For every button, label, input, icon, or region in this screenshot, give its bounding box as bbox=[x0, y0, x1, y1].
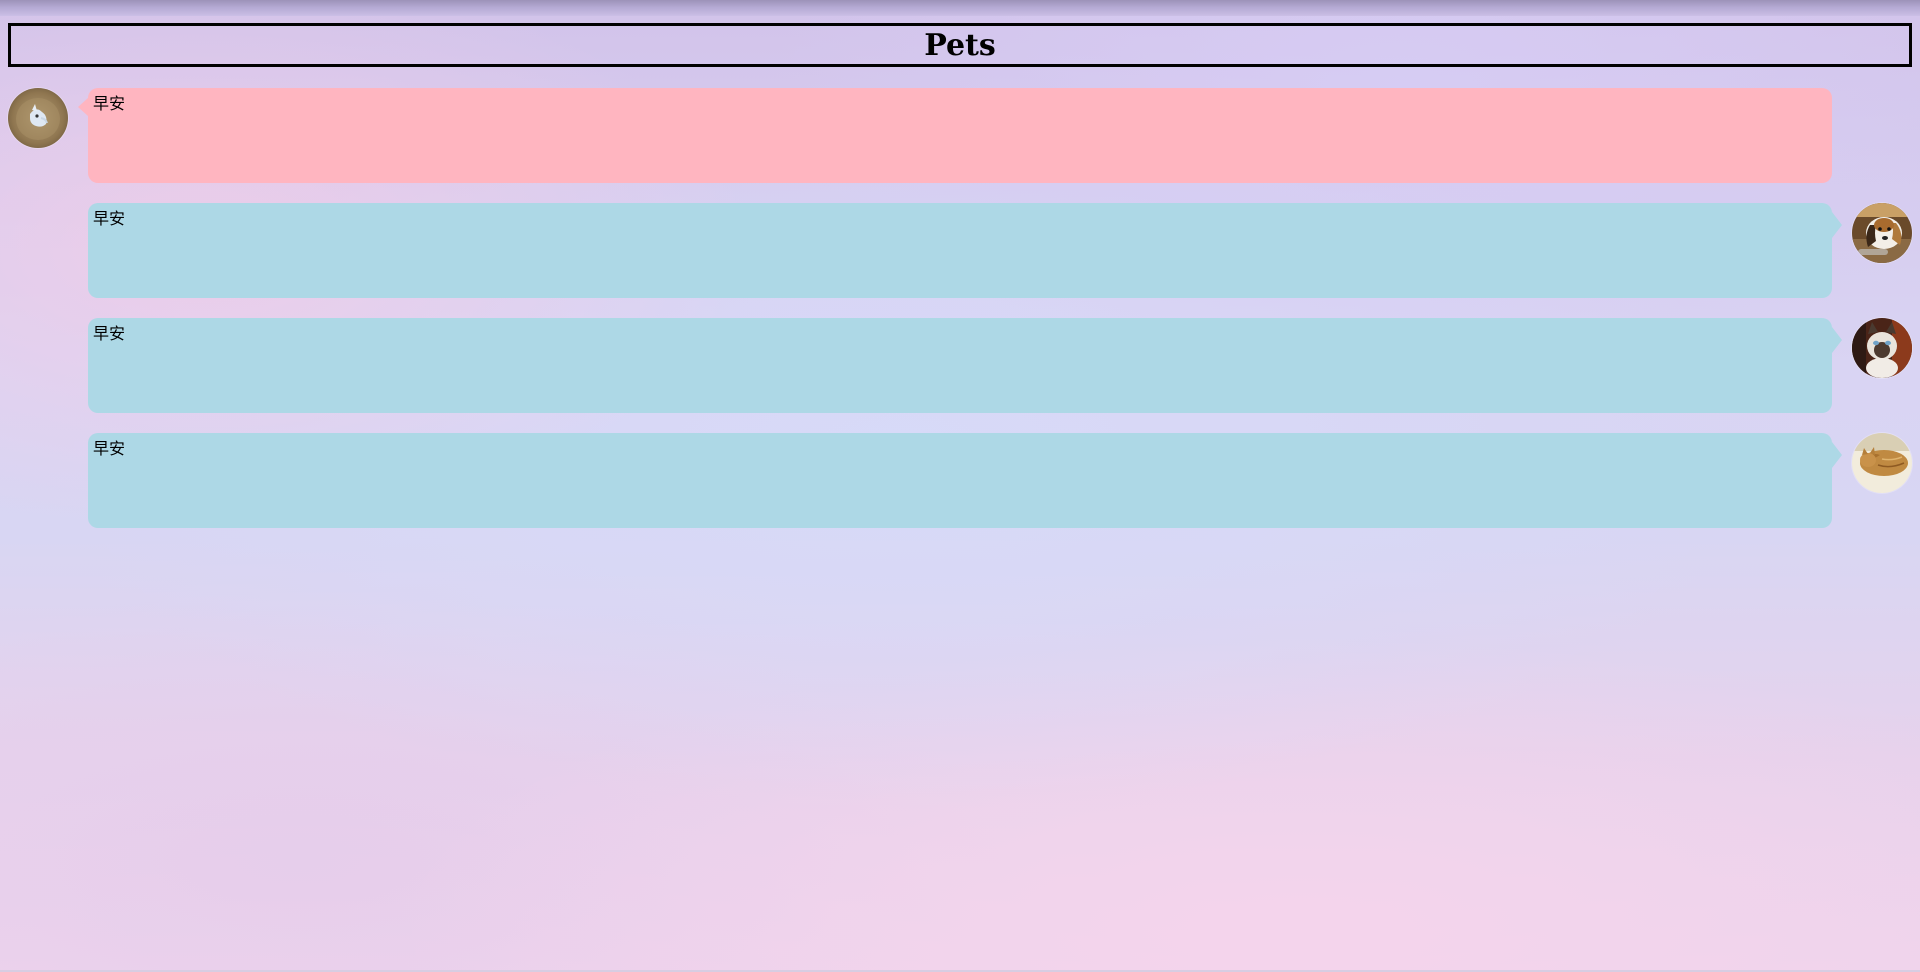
bubble-tail bbox=[1832, 442, 1842, 468]
message-text: 早安 bbox=[93, 324, 126, 343]
message-text: 早安 bbox=[93, 209, 126, 228]
sleeping-cat-photo-icon[interactable] bbox=[1852, 433, 1912, 493]
page-title: Pets bbox=[924, 28, 996, 63]
message-text: 早安 bbox=[93, 94, 126, 113]
bubble-tail bbox=[1832, 327, 1842, 353]
message-text: 早安 bbox=[93, 439, 126, 458]
top-window-strip bbox=[0, 0, 1920, 16]
siamese-cat-photo-icon[interactable] bbox=[1852, 318, 1912, 378]
small-dog-photo-icon[interactable] bbox=[8, 88, 68, 148]
chat-bubble-left: 早安 bbox=[78, 88, 1832, 183]
chat-bubble-right: 早安 bbox=[88, 203, 1842, 298]
beagle-dog-photo-icon[interactable] bbox=[1852, 203, 1912, 263]
bubble-tail bbox=[1832, 212, 1842, 238]
chat-bubble-right: 早安 bbox=[88, 433, 1842, 528]
page-header: Pets bbox=[8, 23, 1912, 67]
chat-bubble-right: 早安 bbox=[88, 318, 1842, 413]
bubble-tail bbox=[78, 98, 88, 116]
